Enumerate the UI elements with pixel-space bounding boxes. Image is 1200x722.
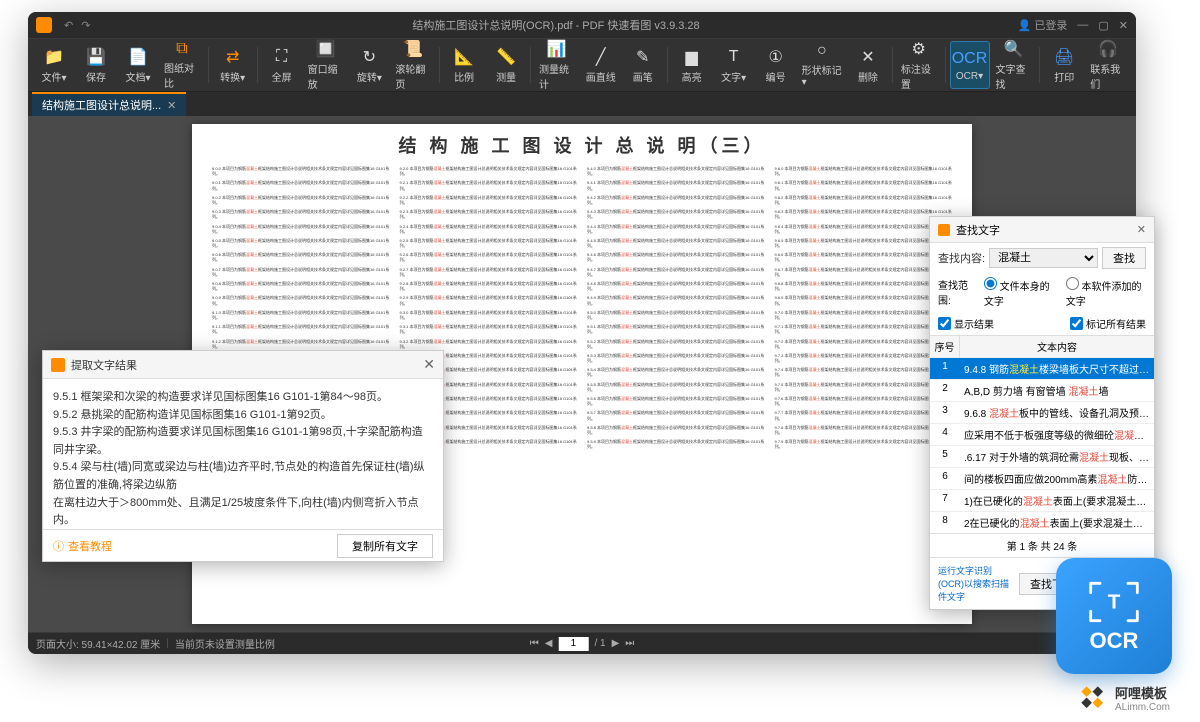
page-size-label: 页面大小: 59.41×42.02 厘米 [36,636,160,651]
tool-标注设置[interactable]: ⚙标注设置 [897,41,941,89]
result-pager: 第 1 条 共 24 条 [930,533,1154,557]
minimize-icon[interactable]: — [1077,19,1088,31]
tabbar: 结构施工图设计总说明... ✕ [28,92,1136,116]
tool-旋转[interactable]: ↻旋转▾ [349,41,389,89]
close-icon[interactable]: ✕ [1119,19,1128,32]
tool-保存[interactable]: 💾保存 [76,41,116,89]
dialog-icon [938,224,950,236]
tab-label: 结构施工图设计总说明... [42,97,161,113]
tool-全屏[interactable]: ⛶全屏 [262,41,302,89]
tool-图纸对比[interactable]: ⧉图纸对比 [160,41,204,89]
find-button[interactable]: 查找 [1102,247,1146,269]
tool-打印[interactable]: 🖨打印 [1044,41,1084,89]
search-content-label: 查找内容: [938,250,985,266]
window-title: 结构施工图设计总说明(OCR).pdf - PDF 快速看图 v3.9.3.28 [94,17,1017,33]
tool-文档[interactable]: 📄文档▾ [118,41,158,89]
total-pages: / 1 [594,638,605,649]
result-row[interactable]: 82在已硬化的混凝土表面上(要求混凝土强度达到1.2N/mm2以 [930,511,1154,533]
result-row[interactable]: 39.6.8 混凝土板中的管线、设备孔洞及预埋件均需按设备图所示 [930,401,1154,423]
dialog-close-icon[interactable]: ✕ [423,356,435,373]
search-dialog: 查找文字 ✕ 查找内容: 混凝土 查找 查找范围: 文件本身的文字 本软件添加的… [929,216,1155,610]
tool-形状标记[interactable]: ○形状标记▾ [798,41,846,89]
tool-窗口缩放[interactable]: 🔲窗口缩放 [304,41,348,89]
tool-OCR[interactable]: OCROCR▾ [950,41,990,89]
run-ocr-link[interactable]: 运行文字识别(OCR)以搜索扫描件文字 [938,564,1013,603]
tool-滚轮翻页[interactable]: 📜滚轮翻页 [391,41,435,89]
ocr-badge-label: OCR [1090,628,1139,654]
dialog-header[interactable]: 提取文字结果 ✕ [43,351,443,379]
watermark-name: 阿哩模板 [1115,687,1170,701]
prev-page-icon[interactable]: ◀ [545,638,553,649]
svg-text:T: T [1108,591,1121,614]
search-scope-label: 查找范围: [938,277,974,308]
tutorial-link[interactable]: ⓘ 查看教程 [53,538,112,554]
watermark-icon [1081,686,1109,714]
watermark-url: ALimm.Com [1115,702,1170,713]
dialog-icon [51,358,65,372]
maximize-icon[interactable]: ▢ [1098,19,1108,32]
statusbar: 页面大小: 59.41×42.02 厘米 | 当前页未设置测量比例 ⏮ ◀ / … [28,632,1136,654]
page-navigator: ⏮ ◀ / 1 ▶ ⏭ [530,637,635,651]
tool-联系我们[interactable]: 🎧联系我们 [1086,41,1130,89]
tool-转换[interactable]: ⇄转换▾ [213,41,253,89]
main-toolbar: 📁文件▾💾保存📄文档▾⧉图纸对比⇄转换▾⛶全屏🔲窗口缩放↻旋转▾📜滚轮翻页📐比例… [28,38,1136,92]
undo-icon[interactable]: ↶ [64,19,73,32]
mark-all-checkbox[interactable]: 标记所有结果 [1070,316,1146,331]
show-results-checkbox[interactable]: 显示结果 [938,316,994,331]
scope-added-text[interactable]: 本软件添加的文字 [1066,277,1146,308]
page-number-input[interactable] [558,637,588,651]
redo-icon[interactable]: ↷ [81,19,90,32]
search-results-table: 序号 文本内容 19.4.8 钢筋混凝土楼梁墙板大尺寸不超过150mm的水泥砂浆… [930,335,1154,533]
login-status[interactable]: 👤 已登录 [1018,17,1068,33]
ocr-scan-icon: T [1086,578,1142,626]
first-page-icon[interactable]: ⏮ [530,638,539,649]
tool-画笔[interactable]: ✎画笔 [623,41,663,89]
titlebar: ↶ ↷ 结构施工图设计总说明(OCR).pdf - PDF 快速看图 v3.9.… [28,12,1136,38]
search-input[interactable]: 混凝土 [989,248,1098,268]
tool-文字[interactable]: T文字▾ [714,41,754,89]
tool-比例[interactable]: 📐比例 [444,41,484,89]
scale-info-label: 当前页未设置测量比例 [175,636,275,651]
tool-高亮[interactable]: ▆高亮 [672,41,712,89]
tool-删除[interactable]: ✕删除 [848,41,888,89]
document-title: 结 构 施 工 图 设 计 总 说 明（三） [192,124,972,166]
tool-测量统计[interactable]: 📊测量统计 [535,41,579,89]
result-row[interactable]: 19.4.8 钢筋混凝土楼梁墙板大尺寸不超过150mm的水泥砂浆抹灰 [930,357,1154,379]
col-text: 文本内容 [960,336,1154,357]
scope-file-text[interactable]: 文件本身的文字 [984,277,1056,308]
result-row[interactable]: 71)在已硬化的混凝土表面上(要求混凝土强度达到1.2N/mm2以 [930,489,1154,511]
tool-编号[interactable]: ①编号 [756,41,796,89]
next-page-icon[interactable]: ▶ [612,638,620,649]
tool-文件[interactable]: 📁文件▾ [34,41,74,89]
tool-测量[interactable]: 📏测量 [486,41,526,89]
ocr-extract-dialog: 提取文字结果 ✕ 9.5.1 框架梁和次梁的构造要求详见国标图集16 G101-… [42,350,444,562]
result-row[interactable]: 2A,B,D 剪力墙 有窗管墙 混凝土墙 [930,379,1154,401]
document-tab[interactable]: 结构施工图设计总说明... ✕ [32,92,186,116]
ocr-feature-badge: T OCR [1056,558,1172,674]
dialog-header[interactable]: 查找文字 ✕ [930,217,1154,243]
dialog-title: 提取文字结果 [71,357,423,373]
tool-画直线[interactable]: ╱画直线 [581,41,621,89]
copy-all-button[interactable]: 复制所有文字 [337,534,433,558]
dialog-close-icon[interactable]: ✕ [1137,223,1146,236]
col-number: 序号 [930,336,960,357]
dialog-title: 查找文字 [956,222,1137,238]
result-row[interactable]: 6间的楼板四面应做200mm高素混凝土防水起边(门洞除外)。楼 [930,467,1154,489]
watermark: 阿哩模板 ALimm.Com [1081,686,1170,714]
result-row[interactable]: 4应采用不低于板强度等级的微细砼混凝土浇筑完成。 [930,423,1154,445]
last-page-icon[interactable]: ⏭ [625,638,634,649]
ocr-result-text[interactable]: 9.5.1 框架梁和次梁的构造要求详见国标图集16 G101-1第84～98页。… [43,379,443,529]
result-row[interactable]: 5.6.17 对于外墙的筑洞砼需混凝土现板、栏板、檐口、女儿墙等 [930,445,1154,467]
app-logo [36,17,52,33]
tool-文字查找[interactable]: 🔍文字查找 [992,41,1036,89]
tab-close-icon[interactable]: ✕ [167,99,176,112]
